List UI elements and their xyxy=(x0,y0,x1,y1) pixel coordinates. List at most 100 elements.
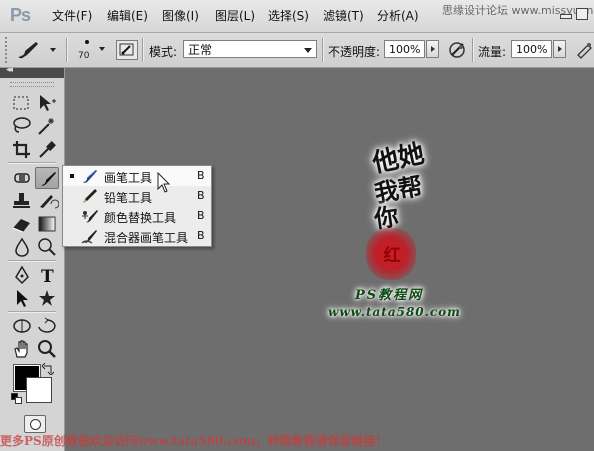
flyout-item-pencil[interactable]: 铅笔工具 B xyxy=(63,186,211,206)
stamp-icon xyxy=(13,193,30,208)
flyout-shortcut: B xyxy=(197,189,205,202)
brush-preset-picker[interactable]: 70 xyxy=(72,37,106,63)
opacity-slider-button[interactable] xyxy=(426,40,439,58)
zoom-tool[interactable] xyxy=(35,338,59,360)
divider xyxy=(322,38,324,62)
menu-select[interactable]: 选择(S) xyxy=(268,0,309,32)
swap-colors-button[interactable] xyxy=(41,362,55,376)
eyedropper-tool[interactable] xyxy=(35,138,59,160)
rotate-3d-icon xyxy=(13,319,31,333)
flow-slider-button[interactable] xyxy=(553,40,566,58)
red-seal-stamp: 红 xyxy=(366,228,416,280)
dodge-tool[interactable] xyxy=(35,236,59,258)
divider xyxy=(66,38,68,62)
gradient-icon xyxy=(38,216,56,232)
spot-healing-tool[interactable] xyxy=(10,167,34,189)
site-url-label: www.tata580.com xyxy=(328,305,461,319)
pen-tool[interactable] xyxy=(10,264,34,286)
marquee-tool[interactable] xyxy=(10,92,34,114)
menu-image[interactable]: 图像(I) xyxy=(162,0,199,32)
menu-analysis[interactable]: 分析(A) xyxy=(377,0,419,32)
menu-edit[interactable]: 编辑(E) xyxy=(107,0,148,32)
eyedropper-icon xyxy=(39,141,56,158)
quick-mask-button[interactable] xyxy=(24,415,46,433)
hand-tool[interactable] xyxy=(10,338,34,360)
chevron-down-icon xyxy=(304,48,312,53)
custom-shape-tool[interactable] xyxy=(35,287,59,309)
tools-panel: ◂◂ T xyxy=(0,65,65,451)
minimize-button[interactable] xyxy=(560,14,572,19)
brush-panel-toggle[interactable] xyxy=(116,40,138,60)
mode-label: 模式: xyxy=(149,45,178,59)
mouse-cursor-icon xyxy=(157,172,171,193)
brush-icon xyxy=(83,169,97,183)
options-bar: 70 模式: 正常 不透明度: 100% 流量: 100% xyxy=(0,33,594,68)
crop-icon xyxy=(13,141,30,158)
brush-icon xyxy=(41,172,56,186)
options-bar-grip[interactable] xyxy=(5,37,10,63)
photoshop-logo: Ps xyxy=(10,5,31,25)
opacity-input[interactable]: 100% xyxy=(384,40,425,58)
flyout-shortcut: B xyxy=(197,169,205,182)
pressure-opacity-button[interactable] xyxy=(446,39,468,61)
flow-input[interactable]: 100% xyxy=(511,40,552,58)
type-tool[interactable]: T xyxy=(35,264,59,287)
history-brush-icon xyxy=(40,195,60,209)
divider xyxy=(8,311,56,313)
tool-preset-picker[interactable] xyxy=(14,39,60,61)
flyout-shortcut: B xyxy=(197,209,205,222)
opacity-label: 不透明度: xyxy=(328,45,381,59)
eraser-icon xyxy=(12,219,30,233)
background-color-swatch[interactable] xyxy=(26,377,52,403)
default-colors-button[interactable] xyxy=(11,393,23,405)
site-name-label: PS教程网 xyxy=(355,288,424,303)
flyout-item-brush[interactable]: 画笔工具 B xyxy=(63,166,211,186)
magic-wand-tool[interactable] xyxy=(35,115,59,137)
restore-button[interactable] xyxy=(576,8,588,20)
drop-icon xyxy=(15,237,29,257)
divider xyxy=(8,162,56,164)
zoom-icon xyxy=(38,340,56,358)
3d-rotate-tool[interactable] xyxy=(10,315,34,337)
history-brush-tool[interactable] xyxy=(35,190,60,212)
flyout-item-color-replacement[interactable]: 颜色替换工具 B xyxy=(63,206,211,226)
brush-size-value: 70 xyxy=(78,51,90,61)
collapse-icon: ◂◂ xyxy=(6,65,13,75)
eraser-tool[interactable] xyxy=(10,213,34,235)
shape-icon xyxy=(39,290,55,306)
selected-bullet-icon xyxy=(70,174,74,178)
hand-icon xyxy=(14,340,28,358)
gradient-tool[interactable] xyxy=(35,213,59,235)
color-replacement-icon xyxy=(82,210,98,223)
blend-mode-select[interactable]: 正常 xyxy=(183,40,317,58)
tools-panel-grip[interactable] xyxy=(10,82,54,87)
airbrush-button[interactable] xyxy=(574,39,594,61)
menu-layer[interactable]: 图层(L) xyxy=(215,0,255,32)
move-tool[interactable] xyxy=(35,92,59,114)
menu-file[interactable]: 文件(F) xyxy=(52,0,92,32)
default-background-icon xyxy=(15,397,22,404)
flyout-label: 铅笔工具 xyxy=(104,191,153,205)
flyout-shortcut: B xyxy=(197,229,205,242)
orbit-3d-icon xyxy=(38,317,56,333)
magic-wand-icon xyxy=(38,118,54,135)
blur-tool[interactable] xyxy=(10,236,34,258)
flyout-label: 画笔工具 xyxy=(104,171,153,185)
clone-stamp-tool[interactable] xyxy=(10,190,34,212)
chevron-down-icon xyxy=(50,48,56,52)
menu-filter[interactable]: 滤镜(T) xyxy=(323,0,364,32)
lasso-tool[interactable] xyxy=(10,115,34,137)
tools-panel-header[interactable]: ◂◂ xyxy=(0,65,64,78)
flyout-label: 颜色替换工具 xyxy=(104,211,177,225)
path-selection-tool[interactable] xyxy=(10,287,34,309)
brush-tool[interactable] xyxy=(35,167,59,189)
arrow-icon xyxy=(17,290,28,307)
airbrush-icon xyxy=(577,43,592,59)
3d-orbit-tool[interactable] xyxy=(35,315,59,337)
svg-text:T: T xyxy=(41,267,54,286)
flyout-item-mixer-brush[interactable]: 混合器画笔工具 B xyxy=(63,226,211,246)
brush-panel-icon xyxy=(119,43,134,56)
type-icon: T xyxy=(41,267,54,287)
crop-tool[interactable] xyxy=(10,138,34,160)
mixer-brush-icon xyxy=(81,230,97,244)
